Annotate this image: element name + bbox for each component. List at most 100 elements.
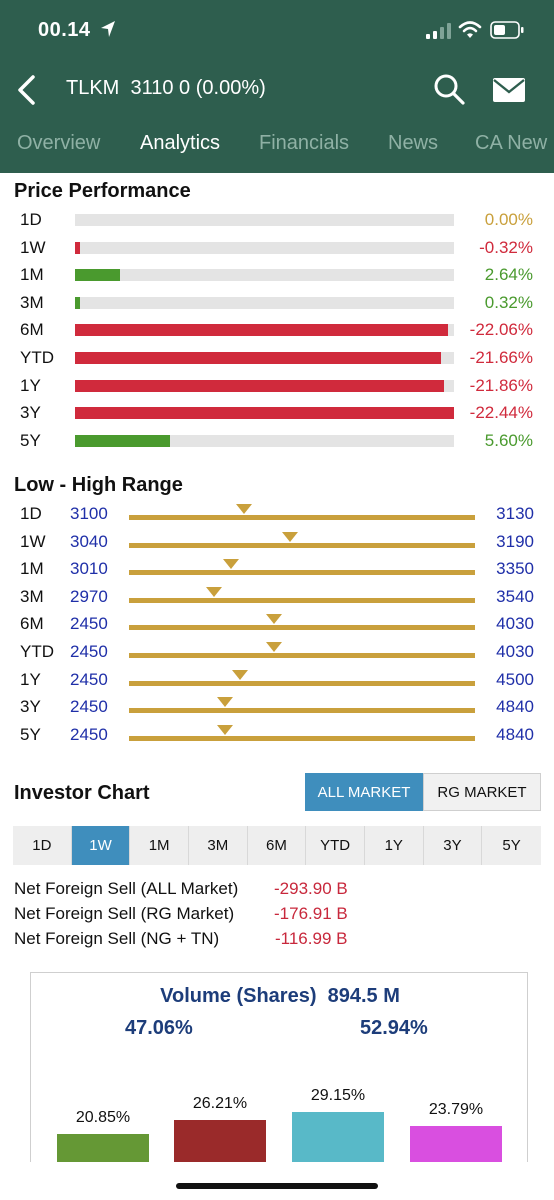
performance-bar-fill [75,352,441,364]
range-period-label: 1M [20,559,44,579]
performance-period-label: 1Y [20,375,41,395]
tab-financials[interactable]: Financials [259,132,349,155]
tab-ca-news[interactable]: CA New [475,132,547,155]
period-button-ytd[interactable]: YTD [306,826,365,865]
tab-analytics[interactable]: Analytics [140,132,220,155]
investor-chart-title: Investor Chart [14,782,150,804]
range-low-value: 2450 [70,614,108,634]
range-high-value: 4030 [496,614,534,634]
range-track [129,597,475,603]
location-arrow-icon [101,21,115,37]
performance-period-label: 1M [20,265,44,285]
range-high-value: 3350 [496,559,534,579]
current-price-marker [205,586,222,597]
range-high-value: 3130 [496,504,534,523]
volume-bar [57,1133,149,1162]
back-arrow-icon[interactable] [12,72,42,108]
performance-bar-track [75,214,454,226]
performance-bar-track [75,407,454,420]
period-button-1m[interactable]: 1M [130,826,189,865]
battery-icon [490,21,524,39]
performance-value: -22.06% [469,320,533,340]
performance-bar-track [75,269,454,282]
performance-value: 2.64% [484,265,533,285]
net-foreign-label: Net Foreign Sell (NG + TN) [14,929,220,948]
period-button-1y[interactable]: 1Y [364,826,424,865]
net-foreign-value: -116.99 B [275,929,348,948]
range-low-value: 2450 [70,697,108,717]
performance-value: -22.44% [469,403,533,423]
current-price-marker [282,531,299,542]
range-period-label: 1D [20,504,42,523]
performance-bar-fill [75,379,445,392]
performance-period-label: 3M [20,292,44,312]
current-price-marker [236,504,253,514]
wifi-icon [458,21,482,38]
current-price-marker [216,697,233,708]
volume-bar-label: 29.15% [310,1086,366,1104]
performance-bar-track [75,352,454,364]
performance-period-label: YTD [20,348,54,367]
search-icon[interactable] [432,72,466,106]
performance-value: 5.60% [484,430,533,450]
period-button-1w[interactable]: 1W [71,826,131,865]
range-low-value: 3100 [70,504,108,523]
period-button-6m[interactable]: 6M [247,826,307,865]
current-price-marker [222,559,239,570]
period-button-3m[interactable]: 3M [188,826,248,865]
performance-value: -21.66% [469,348,533,367]
range-track [129,653,475,658]
period-button-5y[interactable]: 5Y [482,826,541,865]
performance-row: 1M 2.64% [0,263,554,290]
performance-row: 3Y -22.44% [0,401,554,428]
volume-bar [410,1125,502,1162]
performance-row: 1Y -21.86% [0,374,554,401]
performance-bar-track [75,296,454,309]
performance-bar-track [75,379,454,392]
tab-overview[interactable]: Overview [17,132,100,155]
range-track [129,515,475,520]
range-period-label: YTD [20,642,54,661]
cellular-signal-icon [426,23,451,39]
range-period-label: 1W [20,531,46,551]
mail-icon[interactable] [492,76,526,104]
buy-side-percent: 47.06% [125,1017,193,1039]
tab-news[interactable]: News [388,132,438,155]
rg-market-button[interactable]: RG MARKET [423,773,541,811]
range-row: 6M 2450 4030 [0,612,554,639]
volume-bar [174,1119,266,1162]
period-button-1d[interactable]: 1D [13,826,72,865]
performance-bar-track [75,324,454,337]
range-high-value: 4500 [496,669,534,689]
volume-bar-label: 23.79% [428,1100,484,1118]
performance-bar-track [75,434,454,447]
all-market-button[interactable]: ALL MARKET [305,773,423,811]
range-row: YTD 2450 4030 [0,640,554,667]
performance-period-label: 6M [20,320,44,340]
current-price-marker [216,724,233,735]
period-button-3y[interactable]: 3Y [423,826,483,865]
range-row: 1M 3010 3350 [0,557,554,584]
range-period-label: 3Y [20,697,41,717]
range-period-label: 3M [20,586,44,606]
range-low-value: 2450 [70,642,108,661]
home-indicator[interactable] [176,1183,378,1189]
performance-row: YTD -21.66% [0,346,554,373]
volume-chart: Volume (Shares) 894.5 M 47.06% 52.94% 20… [30,972,528,1162]
range-track [129,708,475,714]
range-row: 1Y 2450 4500 [0,668,554,695]
range-high-value: 4840 [496,724,534,744]
status-time: 00.14 [38,19,91,41]
range-high-value: 4840 [496,697,534,717]
volume-bar-label: 26.21% [192,1094,248,1112]
performance-period-label: 5Y [20,430,41,450]
performance-bar-fill [75,324,448,337]
performance-row: 1D 0.00% [0,208,554,235]
performance-row: 6M -22.06% [0,318,554,345]
period-selector: 1D 1W 1M 3M 6M YTD 1Y 3Y 5Y [13,826,541,865]
stock-header: TLKM 3110 0 (0.00%) [66,77,266,100]
performance-period-label: 1W [20,237,46,257]
price-change: 0 (0.00%) [179,77,266,99]
performance-value: 0.00% [484,210,533,229]
range-row: 3M 2970 3540 [0,585,554,612]
